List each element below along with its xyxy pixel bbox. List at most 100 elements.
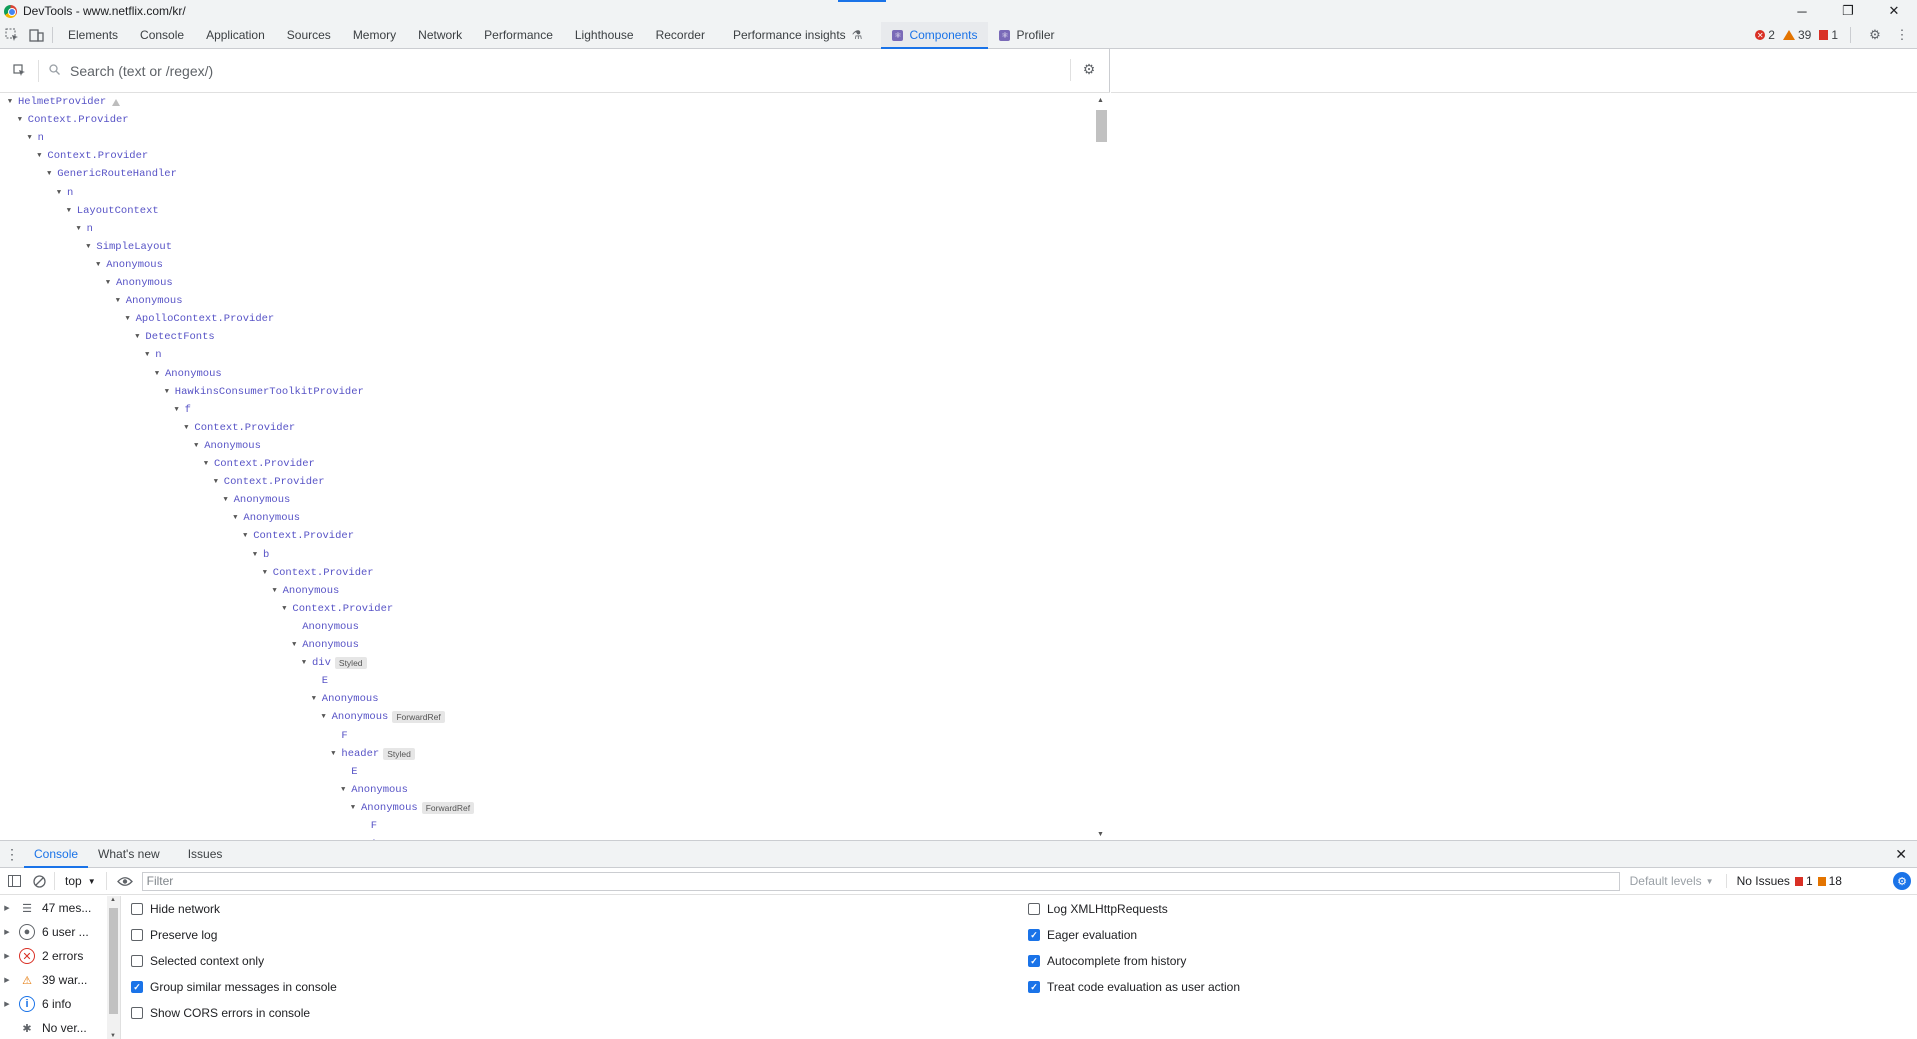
expand-arrow-icon[interactable]: ▼ — [212, 478, 220, 486]
tree-row[interactable]: ▼ f — [173, 401, 190, 419]
expand-arrow-icon[interactable]: ▼ — [182, 424, 190, 432]
checkbox-show-cors-errors[interactable] — [131, 1007, 143, 1019]
setting-eager-evaluation[interactable]: ✓ Eager evaluation — [1028, 922, 1908, 948]
clear-console-icon[interactable] — [28, 870, 50, 892]
component-search-input[interactable] — [70, 62, 1050, 79]
tree-row[interactable]: ▼Anonymous — [290, 618, 359, 636]
expand-arrow-icon[interactable]: ▼ — [114, 297, 122, 305]
sidebar-item-verbose[interactable]: ▶ ✱ No ver... — [0, 1016, 120, 1039]
expand-arrow-icon[interactable]: ▼ — [153, 370, 161, 378]
expand-arrow-icon[interactable]: ▼ — [202, 460, 210, 468]
expand-arrow-icon[interactable]: ▼ — [320, 713, 328, 721]
tree-row[interactable]: ▼E — [339, 763, 357, 781]
sidebar-item-messages[interactable]: ▶ ☰ 47 mes... — [0, 896, 120, 920]
setting-group-similar[interactable]: ✓ Group similar messages in console — [131, 974, 1011, 1000]
checkbox-selected-context-only[interactable] — [131, 955, 143, 967]
scroll-down-arrow-icon[interactable]: ▼ — [110, 1033, 116, 1039]
expand-arrow-icon[interactable]: ▼ — [35, 152, 43, 160]
tree-row[interactable]: ▼ ApolloContext.Provider — [124, 310, 274, 328]
tree-row[interactable]: ▼Anonymous — [231, 509, 300, 527]
tree-row[interactable]: ▼ n — [26, 129, 43, 147]
scroll-down-arrow-icon[interactable]: ▼ — [1097, 831, 1104, 838]
tree-row[interactable]: ▼ div Styled — [300, 654, 367, 672]
tab-application[interactable]: Application — [195, 22, 276, 48]
expand-arrow-icon[interactable]: ▼ — [290, 641, 298, 649]
expand-arrow-icon[interactable]: ▼ — [241, 532, 249, 540]
checkbox-preserve-log[interactable] — [131, 929, 143, 941]
scroll-thumb[interactable] — [1096, 110, 1107, 142]
restore-button[interactable]: ❐ — [1825, 0, 1871, 22]
scroll-thumb[interactable] — [109, 908, 118, 1014]
error-counter[interactable]: ✕ 2 — [1755, 28, 1775, 42]
tree-row[interactable]: ▼ Context.Provider — [280, 600, 393, 618]
tree-row[interactable]: ▼ LayoutContext — [65, 202, 159, 220]
setting-show-cors-errors[interactable]: Show CORS errors in console — [131, 1000, 1011, 1026]
tree-row[interactable]: ▼ Context.Provider — [202, 455, 315, 473]
tree-row[interactable]: ▼Anonymous — [271, 582, 339, 600]
tab-recorder[interactable]: Recorder — [645, 22, 716, 48]
tab-lighthouse[interactable]: Lighthouse — [564, 22, 645, 48]
tree-row[interactable]: ▼ HawkinsConsumerToolkitProvider — [163, 383, 364, 401]
tab-sources[interactable]: Sources — [276, 22, 342, 48]
expand-arrow-icon[interactable]: ▼ — [329, 750, 337, 758]
checkbox-autocomplete-history[interactable]: ✓ — [1028, 955, 1040, 967]
expand-arrow-icon[interactable]: ▼ — [45, 170, 53, 178]
drawer-menu-icon[interactable]: ⋮ — [0, 846, 24, 863]
console-settings-gear-icon[interactable]: ⚙ — [1893, 872, 1911, 890]
expand-arrow-icon[interactable]: ▼ — [300, 659, 308, 667]
expand-arrow-icon[interactable]: ▼ — [163, 388, 171, 396]
expand-arrow-icon[interactable]: ▼ — [26, 134, 34, 142]
setting-hide-network[interactable]: Hide network — [131, 896, 1011, 922]
expand-arrow-icon[interactable]: ▼ — [124, 315, 132, 323]
tree-row[interactable]: ▼ n — [55, 184, 73, 202]
expand-arrow-icon[interactable]: ▼ — [222, 496, 230, 504]
tree-row[interactable]: ▼ SimpleLayout — [84, 238, 172, 256]
drawer-tab-whats-new[interactable]: What's new — [88, 841, 170, 867]
tree-row[interactable]: ▼ Context.Provider — [241, 527, 354, 545]
tab-performance[interactable]: Performance — [473, 22, 564, 48]
tree-row[interactable]: ▼ b — [251, 546, 269, 564]
tree-row[interactable]: ▼ GenericRouteHandler — [45, 165, 177, 183]
expand-arrow-icon[interactable]: ▼ — [251, 551, 259, 559]
tree-row[interactable]: ▼Anonymous — [94, 256, 163, 274]
expand-arrow-icon[interactable]: ▼ — [261, 569, 269, 577]
expand-arrow-icon[interactable]: ▼ — [271, 587, 279, 595]
context-selector[interactable]: top ▼ — [59, 874, 102, 888]
tree-row[interactable]: ▼F — [359, 817, 377, 835]
expand-arrow-icon[interactable]: ▼ — [173, 406, 181, 414]
tab-memory[interactable]: Memory — [342, 22, 407, 48]
tree-row[interactable]: ▼ Anonymous ForwardRef — [320, 708, 445, 726]
expand-arrow-icon[interactable]: ▼ — [192, 442, 200, 450]
tree-row[interactable]: ▼ n — [75, 220, 92, 238]
drawer-tab-issues[interactable]: Issues — [178, 841, 233, 867]
checkbox-treat-code-eval[interactable]: ✓ — [1028, 981, 1040, 993]
issues-counter[interactable]: 1 — [1819, 28, 1838, 42]
tree-row[interactable]: ▼ Context.Provider — [35, 147, 148, 165]
settings-gear-icon[interactable]: ⚙ — [1863, 22, 1887, 48]
tab-elements[interactable]: Elements — [57, 22, 129, 48]
tree-row[interactable]: ▼Anonymous — [310, 690, 379, 708]
tree-row[interactable]: ▼Anonymous — [339, 781, 408, 799]
log-levels-dropdown[interactable]: Default levels ▼ — [1630, 874, 1714, 888]
expand-arrow-icon[interactable]: ▼ — [143, 351, 151, 359]
tree-row[interactable]: ▼ Anonymous ForwardRef — [349, 799, 475, 817]
console-sidebar-scrollbar[interactable]: ▲ ▼ — [107, 896, 120, 1039]
expand-arrow-icon[interactable]: ▼ — [94, 261, 102, 269]
tab-console[interactable]: Console — [129, 22, 195, 48]
setting-preserve-log[interactable]: Preserve log — [131, 922, 1011, 948]
tree-row[interactable]: ▼Anonymous — [222, 491, 290, 509]
tab-network[interactable]: Network — [407, 22, 473, 48]
warning-counter[interactable]: 39 — [1782, 28, 1811, 42]
close-window-button[interactable]: ✕ — [1871, 0, 1917, 22]
expand-arrow-icon[interactable]: ▼ — [65, 207, 73, 215]
tree-row[interactable]: ▼ Context.Provider — [261, 564, 374, 582]
tree-row[interactable]: ▼ Context.Provider — [182, 419, 295, 437]
checkbox-hide-network[interactable] — [131, 903, 143, 915]
minimize-button[interactable]: ─ — [1779, 0, 1825, 22]
expand-arrow-icon[interactable]: ▼ — [339, 786, 347, 794]
tab-profiler[interactable]: ⚛ Profiler — [988, 22, 1065, 48]
tab-components[interactable]: ⚛ Components — [881, 22, 989, 49]
tree-row[interactable]: ▼Anonymous — [104, 274, 173, 292]
console-filter-input[interactable] — [146, 874, 1619, 888]
tree-row[interactable]: ▼ n — [143, 346, 161, 364]
